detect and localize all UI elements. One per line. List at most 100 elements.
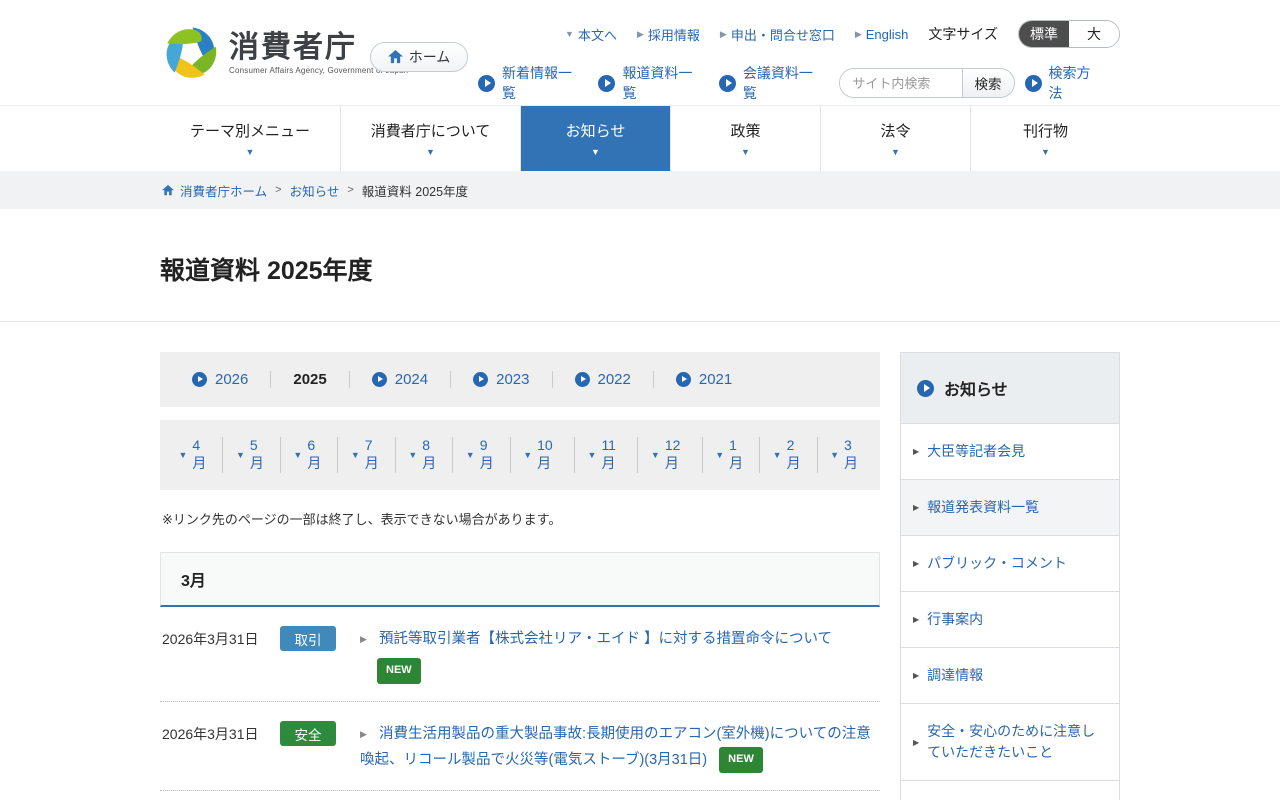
breadcrumb-section-link[interactable]: お知らせ	[290, 181, 340, 200]
chevron-right-icon: ▶	[360, 729, 367, 739]
month-link-11[interactable]: ▼11月	[574, 437, 637, 473]
chevron-down-icon: ▼	[891, 147, 900, 157]
play-circle-icon	[575, 372, 590, 387]
search-help-link[interactable]: 検索方法	[1025, 63, 1096, 103]
link-disclaimer-note: ※リンク先のページの一部は終了し、表示できない場合があります。	[162, 509, 880, 528]
news-sidebar: お知らせ ▶ 大臣等記者会見 ▶ 報道発表資料一覧 ▶ パブリック・コメント ▶…	[900, 352, 1120, 800]
sidebar-item-press-conference[interactable]: ▶ 大臣等記者会見	[901, 423, 1119, 479]
main-nav: テーマ別メニュー ▼ 消費者庁について ▼ お知らせ ▼ 政策 ▼ 法令 ▼ 刊…	[0, 105, 1280, 171]
chevron-down-icon: ▼	[408, 450, 417, 460]
month-link-6[interactable]: ▼6月	[280, 437, 337, 473]
utility-links: ▼ 本文へ ▶ 採用情報 ▶ 申出・問合せ窓口 ▶ English 文字サイズ …	[565, 20, 1120, 48]
month-link-7[interactable]: ▼7月	[337, 437, 394, 473]
sidebar-item-press-releases[interactable]: ▶ 報道発表資料一覧	[901, 479, 1119, 535]
sidebar-header: お知らせ	[901, 353, 1119, 423]
quick-links-row: 新着情報一覧 報道資料一覧 会議資料一覧 検索 検索方法	[478, 63, 1120, 103]
meeting-list-link[interactable]: 会議資料一覧	[719, 63, 815, 103]
chevron-down-icon: ▼	[236, 450, 245, 460]
play-circle-icon	[478, 75, 495, 92]
sidebar-item-safety-attention[interactable]: ▶ 安全・安心のために注意していただきたいこと	[901, 703, 1119, 780]
chevron-down-icon: ▼	[179, 450, 188, 460]
caa-pinwheel-icon	[163, 25, 219, 81]
news-list: 2026年3月31日 取引 ▶ 預託等取引業者【株式会社リア・エイド 】に対する…	[160, 607, 880, 800]
english-link[interactable]: ▶ English	[855, 27, 909, 42]
month-link-2[interactable]: ▼2月	[759, 437, 816, 473]
news-row: 2026年3月31日 取引 ▶ 預託等取引業者【株式会社リア・エイド 】に対する…	[160, 607, 880, 701]
nav-tab-about[interactable]: 消費者庁について ▼	[340, 106, 520, 171]
year-tab-2022[interactable]: 2022	[552, 371, 653, 388]
chevron-down-icon: ▼	[246, 147, 255, 157]
chevron-right-icon: ▶	[360, 634, 367, 644]
news-link[interactable]: 預託等取引業者【株式会社リア・エイド 】に対する措置命令について	[379, 631, 832, 647]
play-circle-icon	[719, 75, 736, 92]
sidebar-item-whats-new[interactable]: ▶ 新着情報一覧	[901, 780, 1119, 800]
sidebar-item-public-comment[interactable]: ▶ パブリック・コメント	[901, 535, 1119, 591]
year-tabs: 2026 2025 2024 2023 2022 2021	[160, 352, 880, 407]
font-size-label: 文字サイズ	[928, 24, 998, 44]
breadcrumb-home-link[interactable]: 消費者庁ホーム	[180, 181, 267, 200]
to-content-link[interactable]: ▼ 本文へ	[565, 25, 617, 44]
breadcrumb: 消費者庁ホーム > お知らせ > 報道資料 2025年度	[0, 171, 1280, 209]
month-link-4[interactable]: ▼4月	[166, 437, 222, 473]
section-header-march: 3月	[160, 552, 880, 607]
chevron-down-icon: ▼	[466, 450, 475, 460]
chevron-down-icon: ▼	[293, 450, 302, 460]
nav-tab-law[interactable]: 法令 ▼	[820, 106, 970, 171]
chevron-down-icon: ▼	[588, 450, 597, 460]
month-link-10[interactable]: ▼10月	[510, 437, 574, 473]
home-icon	[388, 50, 403, 64]
chevron-down-icon: ▼	[351, 450, 360, 460]
year-tab-2021[interactable]: 2021	[653, 371, 754, 388]
news-link[interactable]: 消費生活用製品の重大製品事故:長期使用のエアコン(室外機)についての注意喚起、リ…	[360, 726, 871, 768]
play-circle-icon	[676, 372, 691, 387]
font-size-large[interactable]: 大	[1069, 21, 1119, 47]
month-link-9[interactable]: ▼9月	[452, 437, 509, 473]
chevron-down-icon: ▼	[651, 450, 660, 460]
site-search: 検索	[839, 68, 1014, 98]
year-tab-2026[interactable]: 2026	[170, 371, 270, 388]
search-button[interactable]: 検索	[962, 69, 1014, 97]
sidebar-item-events[interactable]: ▶ 行事案内	[901, 591, 1119, 647]
chevron-right-icon: ▶	[913, 671, 919, 680]
news-date: 2026年3月31日	[162, 721, 280, 744]
chevron-down-icon: ▼	[591, 147, 600, 157]
chevron-down-icon: ▼	[773, 450, 782, 460]
new-badge: NEW	[377, 658, 421, 684]
month-link-5[interactable]: ▼5月	[222, 437, 279, 473]
chevron-right-icon: ▶	[913, 738, 919, 747]
search-input[interactable]	[840, 69, 961, 97]
nav-tab-policy[interactable]: 政策 ▼	[670, 106, 820, 171]
year-tab-2023[interactable]: 2023	[450, 371, 551, 388]
home-button[interactable]: ホーム	[370, 42, 468, 72]
month-link-3[interactable]: ▼3月	[817, 437, 874, 473]
breadcrumb-separator: >	[347, 184, 353, 196]
breadcrumb-current: 報道資料 2025年度	[362, 181, 468, 200]
font-size-standard[interactable]: 標準	[1019, 21, 1069, 47]
play-circle-icon	[372, 372, 387, 387]
chevron-right-icon: ▶	[637, 29, 644, 40]
chevron-down-icon: ▼	[830, 450, 839, 460]
nav-tab-news[interactable]: お知らせ ▼	[520, 106, 670, 171]
category-badge-safety: 安全	[280, 721, 336, 746]
sidebar-item-procurement[interactable]: ▶ 調達情報	[901, 647, 1119, 703]
breadcrumb-separator: >	[275, 184, 281, 196]
year-tab-2024[interactable]: 2024	[349, 371, 450, 388]
nav-tab-theme-menu[interactable]: テーマ別メニュー ▼	[160, 106, 340, 171]
category-badge-trade: 取引	[280, 626, 336, 651]
chevron-right-icon: ▶	[855, 29, 862, 40]
month-link-1[interactable]: ▼1月	[702, 437, 759, 473]
contact-link[interactable]: ▶ 申出・問合せ窓口	[720, 25, 835, 44]
whats-new-link[interactable]: 新着情報一覧	[478, 63, 574, 103]
month-link-12[interactable]: ▼12月	[637, 437, 701, 473]
recruit-link[interactable]: ▶ 採用情報	[637, 25, 700, 44]
new-badge: NEW	[719, 747, 763, 773]
chevron-right-icon: ▶	[913, 503, 919, 512]
site-header: 消費者庁 Consumer Affairs Agency, Government…	[0, 0, 1280, 105]
nav-tab-publications[interactable]: 刊行物 ▼	[970, 106, 1120, 171]
chevron-down-icon: ▼	[715, 450, 724, 460]
chevron-down-icon: ▼	[426, 147, 435, 157]
year-tab-2025-current: 2025	[270, 371, 348, 388]
chevron-down-icon: ▼	[741, 147, 750, 157]
press-list-link[interactable]: 報道資料一覧	[598, 63, 694, 103]
month-link-8[interactable]: ▼8月	[395, 437, 452, 473]
